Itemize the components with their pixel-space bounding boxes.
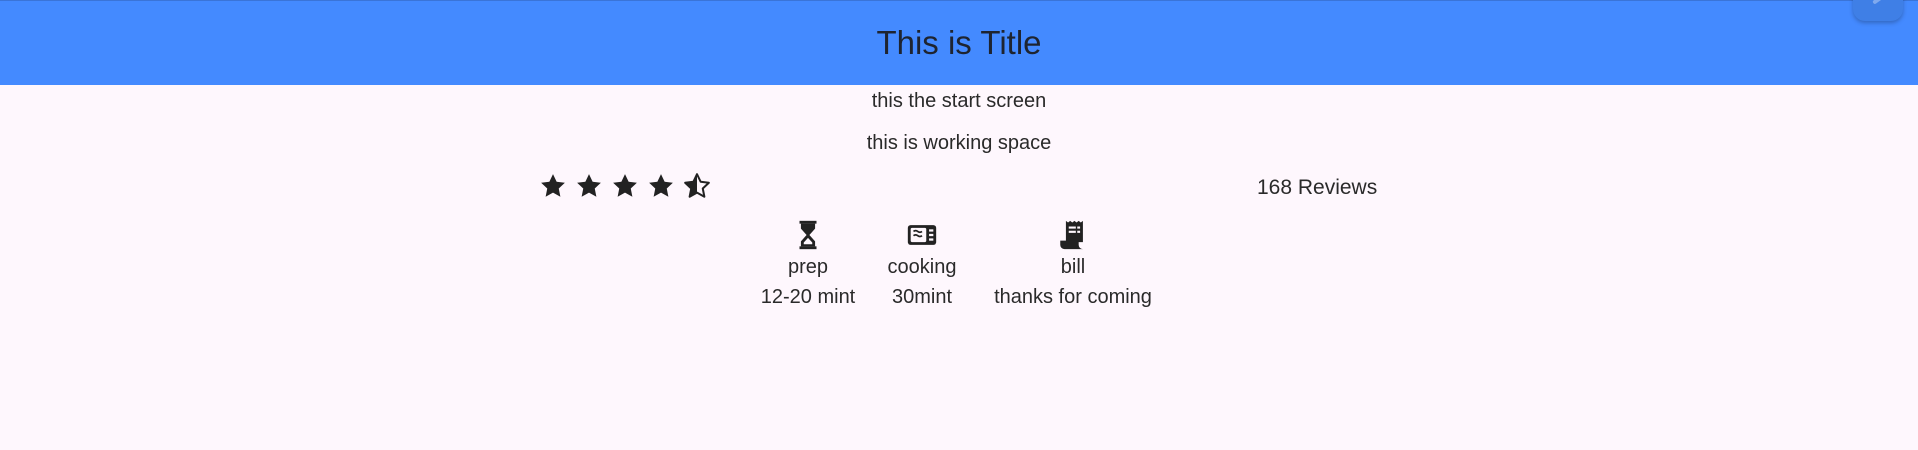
receipt-icon bbox=[1060, 220, 1083, 250]
star-full-icon bbox=[613, 174, 637, 197]
star-rating bbox=[538, 171, 712, 201]
app-bar: This is Title bbox=[0, 0, 1918, 85]
star-full-icon bbox=[577, 174, 601, 197]
edit-icon bbox=[1872, 0, 1886, 5]
hourglass-icon bbox=[799, 220, 817, 250]
start-screen-text: this the start screen bbox=[871, 90, 1047, 112]
working-space-text: this is working space bbox=[866, 132, 1052, 154]
info-title: bill bbox=[1060, 256, 1086, 278]
star-full-icon bbox=[649, 174, 673, 197]
star-half-icon bbox=[684, 173, 710, 198]
star-full-icon bbox=[541, 174, 565, 197]
info-value: thanks for coming bbox=[994, 286, 1152, 308]
edit-fab-button[interactable] bbox=[1853, 0, 1903, 21]
page-title: This is Title bbox=[876, 24, 1042, 61]
info-bill: bill thanks for coming bbox=[973, 218, 1173, 312]
reviews-count: 168 Reviews bbox=[1257, 176, 1378, 199]
microwave-icon bbox=[907, 225, 937, 245]
